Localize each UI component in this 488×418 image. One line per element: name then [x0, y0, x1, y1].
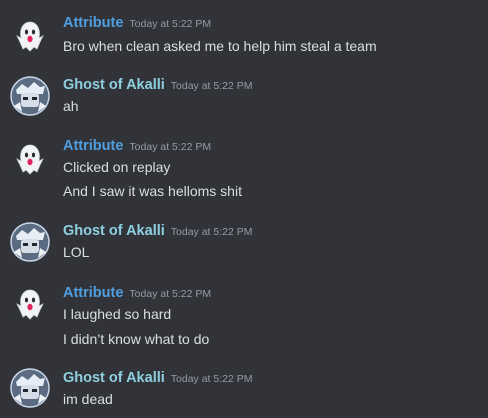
message-text: im dead	[63, 391, 113, 407]
message-header: Ghost of Akalli Today at 5:22 PM	[63, 369, 253, 389]
message-text: LOL	[63, 244, 90, 260]
message-header: Ghost of Akalli Today at 5:22 PM	[63, 222, 253, 242]
message-text: Bro when clean asked me to help him stea…	[63, 38, 377, 54]
message-text: Clicked on replay	[63, 159, 171, 175]
message-text: And I saw it was helloms shit	[63, 183, 242, 199]
author-name[interactable]: Attribute	[63, 15, 123, 31]
author-name[interactable]: Attribute	[63, 285, 123, 301]
timestamp: Today at 5:22 PM	[170, 80, 253, 92]
author-name[interactable]: Ghost of Akalli	[63, 223, 165, 239]
timestamp: Today at 5:22 PM	[129, 288, 212, 300]
message-header: Ghost of Akalli Today at 5:22 PM	[63, 76, 253, 96]
timestamp: Today at 5:22 PM	[170, 226, 253, 238]
message-header: Attribute Today at 5:22 PM	[63, 137, 211, 157]
anime-avatar-icon[interactable]	[10, 222, 50, 262]
message-text: I didn’t know what to do	[63, 331, 210, 347]
timestamp: Today at 5:22 PM	[129, 18, 212, 30]
author-name[interactable]: Ghost of Akalli	[63, 77, 165, 93]
timestamp: Today at 5:22 PM	[129, 141, 212, 153]
message-text: I laughed so hard	[63, 306, 172, 322]
chat-message-list: Attribute Today at 5:22 PM Bro when clean…	[0, 0, 488, 418]
ghost-avatar-icon[interactable]	[10, 16, 50, 56]
author-name[interactable]: Ghost of Akalli	[63, 370, 165, 386]
anime-avatar-icon[interactable]	[10, 76, 50, 116]
timestamp: Today at 5:22 PM	[170, 373, 253, 385]
message-header: Attribute Today at 5:22 PM	[63, 284, 211, 304]
message-text: ah	[63, 98, 79, 114]
ghost-avatar-icon[interactable]	[10, 139, 50, 179]
ghost-avatar-icon[interactable]	[10, 284, 50, 324]
anime-avatar-icon[interactable]	[10, 368, 50, 408]
message-header: Attribute Today at 5:22 PM	[63, 14, 211, 34]
author-name[interactable]: Attribute	[63, 138, 123, 154]
